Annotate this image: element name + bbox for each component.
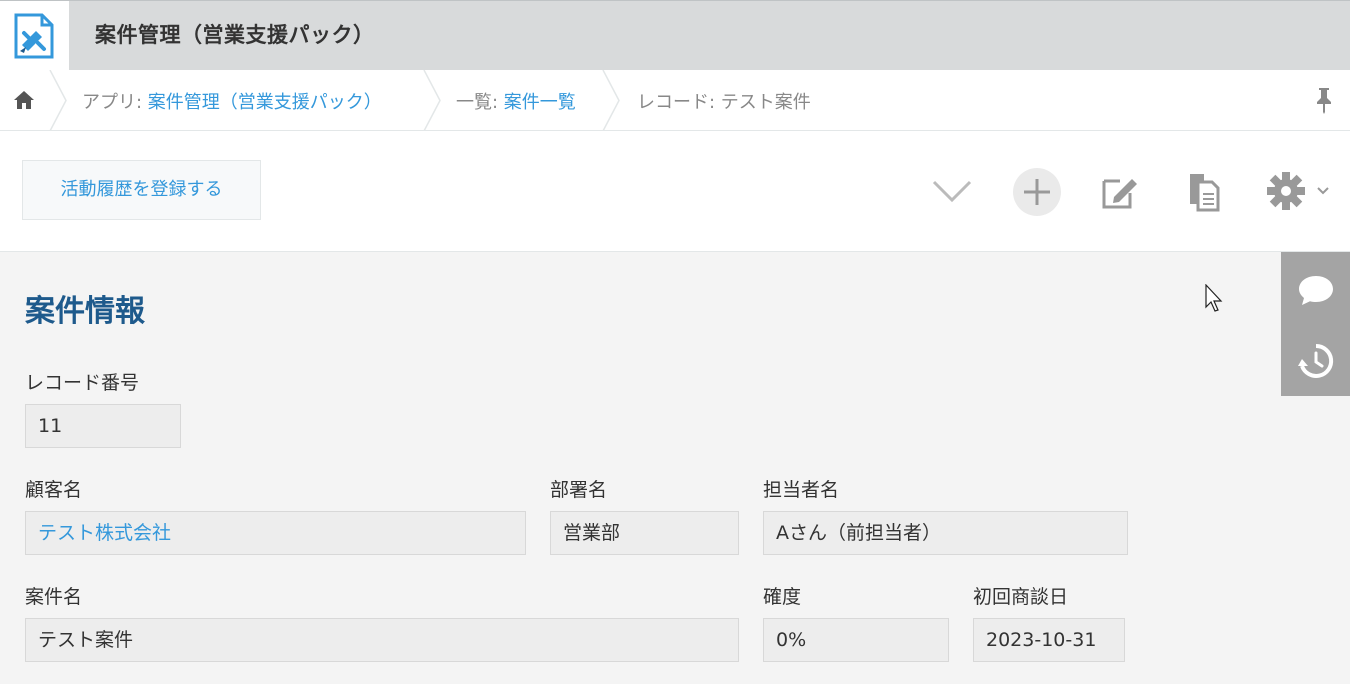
breadcrumb-list-prefix: 一覧: bbox=[456, 92, 504, 113]
customer-label: 顧客名 bbox=[25, 479, 83, 501]
side-panel bbox=[1281, 252, 1350, 396]
person-value: Aさん（前担当者） bbox=[763, 511, 1128, 555]
breadcrumb-record-prefix: レコード: bbox=[637, 92, 721, 113]
app-title: 案件管理（営業支援パック） bbox=[95, 23, 375, 47]
copy-icon[interactable] bbox=[1186, 172, 1222, 212]
edit-icon[interactable] bbox=[1100, 173, 1140, 211]
history-icon[interactable] bbox=[1297, 342, 1335, 380]
breadcrumb-separator bbox=[423, 70, 441, 131]
breadcrumb-separator bbox=[49, 70, 67, 131]
department-label: 部署名 bbox=[550, 479, 608, 501]
probability-label: 確度 bbox=[763, 586, 802, 608]
app-icon[interactable] bbox=[0, 1, 70, 71]
section-title: 案件情報 bbox=[25, 294, 145, 329]
record-toolbar: 活動履歴を登録する bbox=[0, 131, 1350, 252]
register-activity-button[interactable]: 活動履歴を登録する bbox=[22, 160, 261, 220]
first-meeting-value: 2023-10-31 bbox=[973, 618, 1125, 662]
deal-name-label: 案件名 bbox=[25, 586, 83, 608]
person-label: 担当者名 bbox=[763, 479, 840, 501]
breadcrumb-app-prefix: アプリ: bbox=[82, 92, 148, 113]
breadcrumb-list-link[interactable]: 案件一覧 bbox=[504, 92, 576, 113]
chevron-down-icon[interactable] bbox=[930, 176, 974, 206]
breadcrumb-record: レコード: テスト案件 bbox=[637, 88, 811, 114]
department-value: 営業部 bbox=[550, 511, 739, 555]
mouse-cursor-icon bbox=[1205, 284, 1223, 312]
first-meeting-label: 初回商談日 bbox=[973, 586, 1069, 608]
app-document-icon bbox=[14, 13, 54, 59]
breadcrumb-app[interactable]: アプリ: 案件管理（営業支援パック） bbox=[82, 88, 382, 114]
comment-icon[interactable] bbox=[1297, 274, 1335, 306]
pin-icon[interactable] bbox=[1313, 86, 1335, 114]
deal-name-value: テスト案件 bbox=[25, 618, 739, 662]
home-icon[interactable] bbox=[12, 88, 36, 112]
app-header: 案件管理（営業支援パック） bbox=[0, 0, 1350, 71]
plus-icon[interactable] bbox=[1012, 167, 1062, 217]
breadcrumb-separator bbox=[602, 70, 620, 131]
breadcrumb-record-name: テスト案件 bbox=[720, 92, 811, 113]
breadcrumb: アプリ: 案件管理（営業支援パック） 一覧: 案件一覧 レコード: テスト案件 bbox=[0, 70, 1350, 131]
breadcrumb-list[interactable]: 一覧: 案件一覧 bbox=[456, 88, 576, 114]
record-number-value: 11 bbox=[25, 404, 181, 448]
record-detail: 案件情報 レコード番号 11 顧客名 テスト株式会社 部署名 営業部 担当者名 … bbox=[0, 252, 1350, 684]
probability-value: 0% bbox=[763, 618, 949, 662]
customer-value-link[interactable]: テスト株式会社 bbox=[25, 511, 526, 555]
gear-icon[interactable] bbox=[1266, 171, 1334, 211]
record-number-label: レコード番号 bbox=[25, 372, 140, 394]
breadcrumb-app-link[interactable]: 案件管理（営業支援パック） bbox=[148, 92, 382, 113]
